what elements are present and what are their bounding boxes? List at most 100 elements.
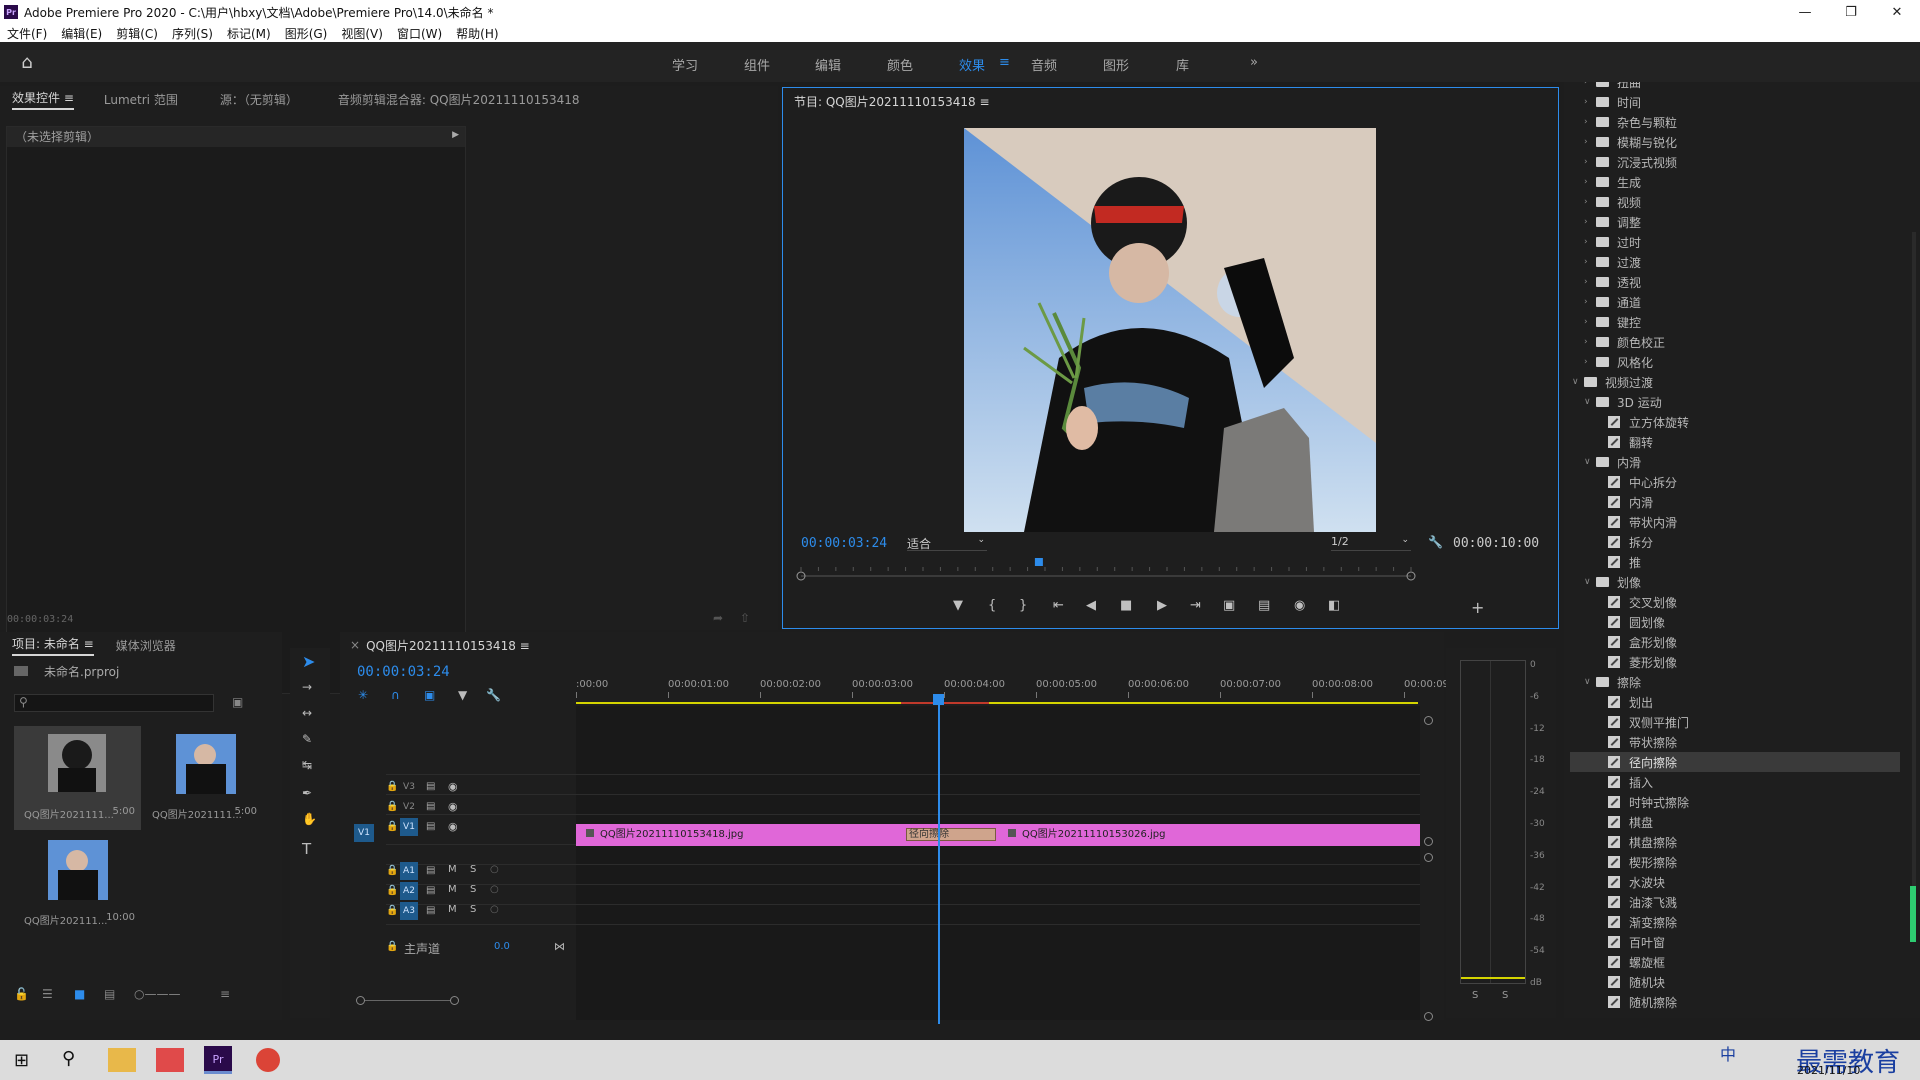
effect-item[interactable]: 油漆飞溅 bbox=[1570, 892, 1900, 912]
effect-item[interactable]: 棋盘 bbox=[1570, 812, 1900, 832]
lock-icon[interactable]: 🔓 bbox=[14, 987, 29, 1001]
master-meter-icon[interactable]: ⋈ bbox=[554, 940, 565, 953]
mark-in-icon[interactable]: { bbox=[988, 598, 996, 613]
effect-folder[interactable]: › 扭曲 bbox=[1570, 82, 1900, 92]
timeline-playhead[interactable] bbox=[938, 694, 940, 1024]
track-select-tool-icon[interactable]: → bbox=[302, 680, 312, 694]
fit-dropdown[interactable]: 适合 ⌄ bbox=[907, 535, 987, 551]
zoom-slider[interactable]: ○——— bbox=[134, 987, 180, 1001]
chevron-down-icon[interactable]: ∨ bbox=[1584, 397, 1596, 407]
menu-edit[interactable]: 编辑(E) bbox=[54, 25, 109, 42]
ime-indicator[interactable]: 中 bbox=[1720, 1041, 1736, 1065]
maximize-button[interactable]: ❐ bbox=[1828, 0, 1874, 24]
effects-scrollbar[interactable] bbox=[1912, 232, 1916, 892]
track-target-button[interactable]: A1 bbox=[400, 862, 418, 880]
solo-button[interactable]: S bbox=[470, 904, 476, 915]
scroll-thumb[interactable] bbox=[1910, 886, 1916, 942]
lock-icon[interactable]: 🔒 bbox=[386, 885, 398, 896]
project-search-input[interactable]: ⚲ bbox=[14, 694, 214, 712]
minimize-button[interactable]: — bbox=[1782, 0, 1828, 24]
comparison-view-icon[interactable]: ◧ bbox=[1328, 598, 1340, 613]
pen-tool-icon[interactable]: ✒ bbox=[302, 786, 312, 800]
chevron-down-icon[interactable]: ∨ bbox=[1572, 377, 1584, 387]
premiere-taskbar-icon[interactable]: Pr bbox=[204, 1046, 232, 1074]
go-to-out-icon[interactable]: ⇥ bbox=[1190, 598, 1201, 613]
selection-tool-icon[interactable]: ➤ bbox=[302, 652, 315, 671]
razor-tool-icon[interactable]: ✎ bbox=[302, 732, 312, 746]
resolution-dropdown[interactable]: 1/2 ⌄ bbox=[1331, 535, 1411, 551]
track-target-button[interactable]: A2 bbox=[400, 882, 418, 900]
effect-item[interactable]: 水波块 bbox=[1570, 872, 1900, 892]
effect-item[interactable]: 插入 bbox=[1570, 772, 1900, 792]
project-item[interactable]: QQ图片2021111... 5:00 bbox=[14, 726, 141, 830]
project-item[interactable]: QQ图片2021111... 5:00 bbox=[144, 726, 271, 830]
menu-clip[interactable]: 剪辑(C) bbox=[109, 25, 165, 42]
program-playhead[interactable] bbox=[1034, 558, 1043, 566]
sync-lock-icon[interactable]: ▤ bbox=[426, 905, 435, 916]
microphone-icon[interactable]: ○ bbox=[490, 904, 499, 915]
lock-icon[interactable]: 🔒 bbox=[386, 905, 398, 916]
mute-button[interactable]: M bbox=[448, 884, 457, 895]
mute-button[interactable]: M bbox=[448, 904, 457, 915]
eye-icon[interactable]: ◉ bbox=[448, 820, 458, 833]
more-workspaces-icon[interactable]: » bbox=[1250, 55, 1258, 70]
freeform-view-icon[interactable]: ▤ bbox=[104, 987, 115, 1001]
effect-item[interactable]: 交叉划像 bbox=[1570, 592, 1900, 612]
effect-item[interactable]: 百叶窗 bbox=[1570, 932, 1900, 952]
program-scrubber[interactable] bbox=[793, 558, 1418, 584]
master-volume[interactable]: 0.0 bbox=[494, 941, 510, 952]
tab-audio-clip-mixer[interactable]: 音频剪辑混合器: QQ图片20211110153418 bbox=[338, 91, 580, 108]
eye-icon[interactable]: ◉ bbox=[448, 780, 458, 793]
step-forward-icon[interactable]: ▶ bbox=[1157, 598, 1167, 613]
solo-left-button[interactable]: S bbox=[1472, 990, 1478, 1001]
effect-item[interactable]: 渐变擦除 bbox=[1570, 912, 1900, 932]
menu-marker[interactable]: 标记(M) bbox=[220, 25, 278, 42]
microphone-icon[interactable]: ○ bbox=[490, 884, 499, 895]
sync-lock-icon[interactable]: ▤ bbox=[426, 781, 435, 792]
workspace-audio[interactable]: 音频 bbox=[1031, 55, 1057, 74]
search-icon[interactable]: ⚲ bbox=[62, 1048, 75, 1069]
track-target-button[interactable]: V3 bbox=[400, 778, 418, 796]
export-frame-icon[interactable]: ◉ bbox=[1294, 598, 1305, 613]
stop-icon[interactable]: ■ bbox=[1120, 598, 1132, 613]
timeline-vscroll[interactable] bbox=[1424, 716, 1433, 1021]
chevron-right-icon[interactable]: › bbox=[1584, 337, 1596, 347]
effect-item[interactable]: 随机擦除 bbox=[1570, 992, 1900, 1012]
workspace-editing[interactable]: 编辑 bbox=[815, 55, 841, 74]
effect-item[interactable]: 内滑 bbox=[1570, 492, 1900, 512]
lock-icon[interactable]: 🔒 bbox=[386, 821, 398, 832]
sync-lock-icon[interactable]: ▤ bbox=[426, 865, 435, 876]
effect-folder[interactable]: › 风格化 bbox=[1570, 352, 1900, 372]
chevron-right-icon[interactable]: › bbox=[1584, 317, 1596, 327]
chevron-down-icon[interactable]: ∨ bbox=[1584, 457, 1596, 467]
effect-item[interactable]: 盒形划像 bbox=[1570, 632, 1900, 652]
transition-radial-wipe[interactable]: 径向擦除 bbox=[906, 828, 996, 841]
sync-lock-icon[interactable]: ▤ bbox=[426, 801, 435, 812]
menu-graphics[interactable]: 图形(G) bbox=[278, 25, 335, 42]
timeline-hscroll[interactable] bbox=[356, 996, 1416, 1005]
solo-button[interactable]: S bbox=[470, 864, 476, 875]
program-timecode[interactable]: 00:00:03:24 bbox=[801, 536, 887, 551]
chevron-right-icon[interactable]: › bbox=[1584, 297, 1596, 307]
chevron-right-icon[interactable]: › bbox=[1584, 217, 1596, 227]
effect-folder[interactable]: ∨ 划像 bbox=[1570, 572, 1900, 592]
project-item[interactable]: QQ图片202111... 10:00 bbox=[14, 832, 141, 936]
chevron-right-icon[interactable]: › bbox=[1584, 137, 1596, 147]
step-back-icon[interactable]: ◀ bbox=[1086, 598, 1096, 613]
effect-item[interactable]: 径向擦除 bbox=[1570, 752, 1900, 772]
workspace-learn[interactable]: 学习 bbox=[672, 55, 698, 74]
chevron-right-icon[interactable]: › bbox=[1584, 97, 1596, 107]
hand-tool-icon[interactable]: ✋ bbox=[302, 812, 317, 826]
icon-view-icon[interactable]: ■ bbox=[74, 987, 85, 1001]
effect-folder[interactable]: › 视频 bbox=[1570, 192, 1900, 212]
slip-tool-icon[interactable]: ↹ bbox=[302, 758, 312, 772]
tab-lumetri-scopes[interactable]: Lumetri 范围 bbox=[104, 91, 178, 108]
effect-item[interactable]: 双侧平推门 bbox=[1570, 712, 1900, 732]
mute-button[interactable]: M bbox=[448, 864, 457, 875]
source-patch-v1[interactable]: V1 bbox=[354, 824, 374, 842]
go-to-in-icon[interactable]: ⇤ bbox=[1053, 598, 1064, 613]
windows-start-icon[interactable]: ⊞ bbox=[14, 1050, 29, 1071]
clip-1[interactable]: QQ图片20211110153418.jpg bbox=[576, 824, 906, 846]
file-explorer-icon[interactable] bbox=[108, 1048, 136, 1072]
workspace-assembly[interactable]: 组件 bbox=[744, 55, 770, 74]
